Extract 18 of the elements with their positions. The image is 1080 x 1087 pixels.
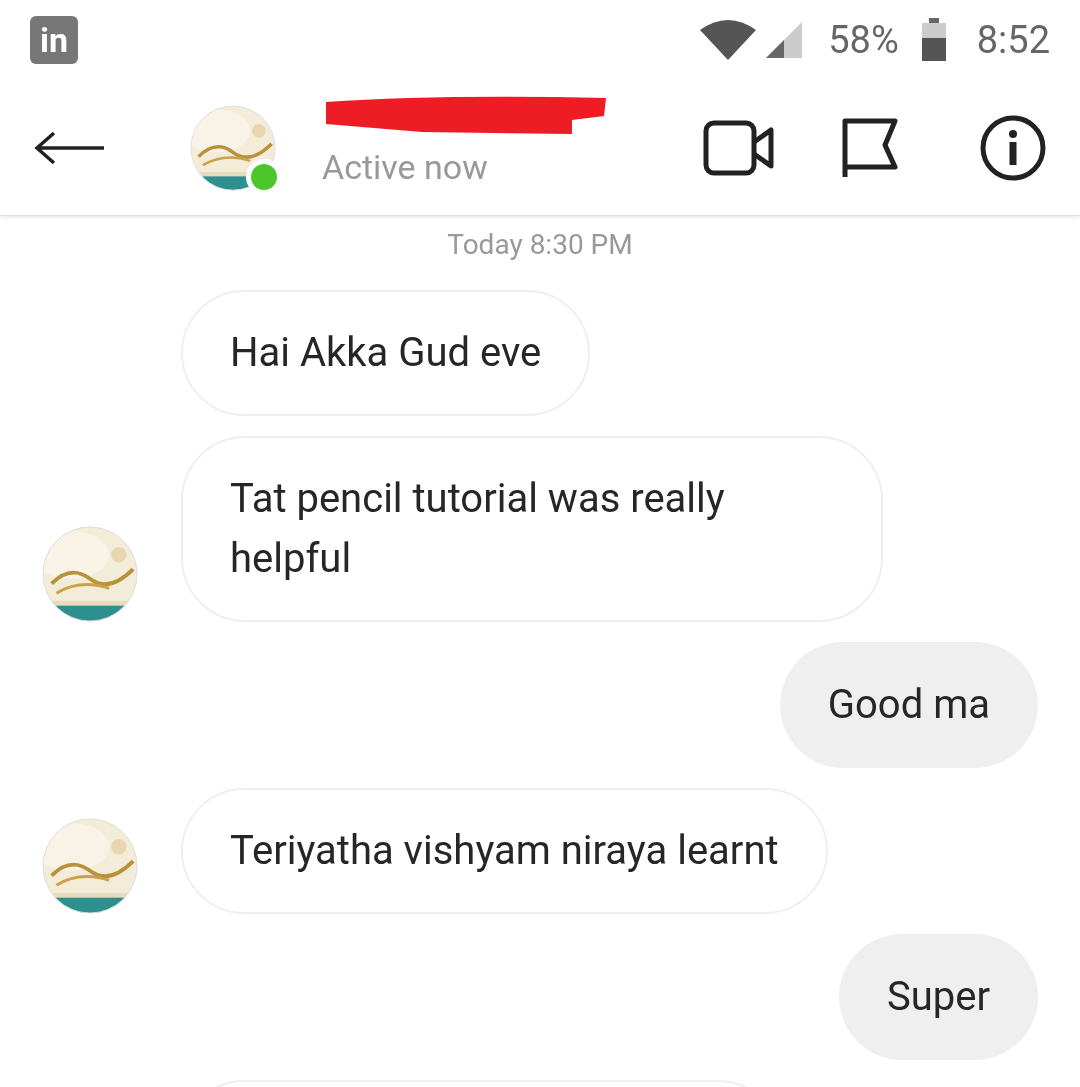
video-camera-icon	[703, 119, 775, 176]
sent-message: Super	[838, 934, 1038, 1060]
received-message: Teriyatha vishyam niraya learnt	[181, 788, 828, 914]
info-icon	[980, 114, 1046, 181]
timestamp: Today 8:30 PM	[447, 227, 633, 263]
app-notification-icon: in	[30, 16, 78, 64]
flag-icon	[841, 116, 899, 179]
received-message: Hai Akka Gud eve	[181, 290, 591, 416]
signal-icon	[764, 20, 805, 60]
received-message: Tat pencil tutorial was really helpful	[181, 436, 883, 622]
info-button[interactable]	[980, 114, 1046, 181]
active-status: Active now	[322, 146, 489, 189]
wifi-icon	[700, 20, 757, 60]
battery-icon	[920, 18, 947, 62]
sent-message: Good ma	[779, 642, 1038, 768]
battery-percentage: 58%	[828, 16, 899, 64]
back-arrow-icon	[34, 130, 106, 165]
clock: 8:52	[976, 16, 1050, 64]
